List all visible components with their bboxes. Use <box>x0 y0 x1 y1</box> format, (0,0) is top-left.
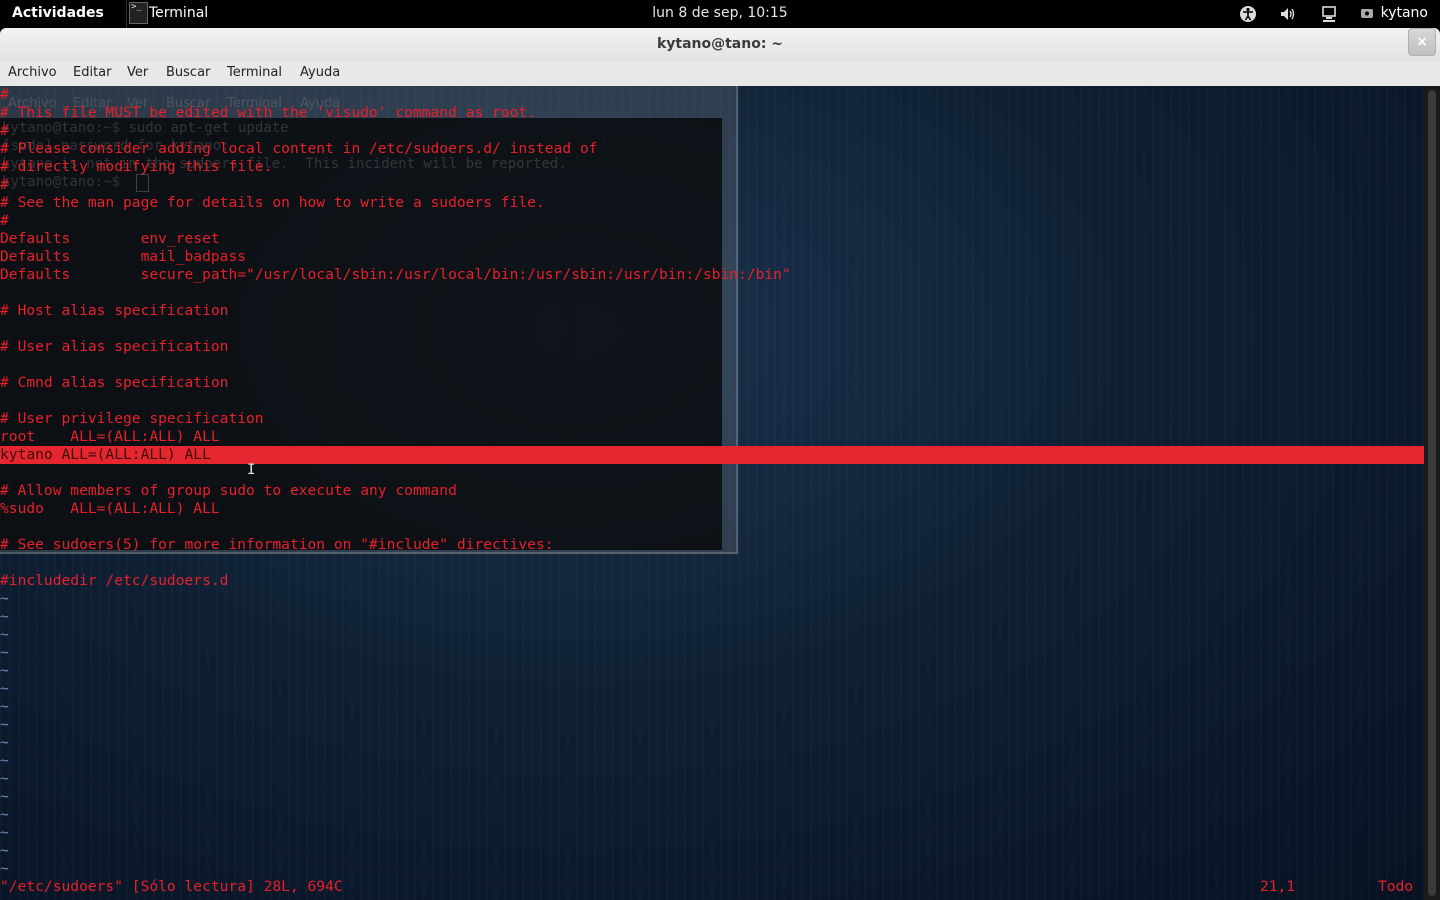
empty-buffer-line: ~ <box>0 662 9 679</box>
menu-archivo[interactable]: Archivo <box>8 65 57 80</box>
menu-ver[interactable]: Ver <box>127 65 148 80</box>
window-title: kytano@tano: ~ <box>656 36 784 52</box>
code-line[interactable]: # <box>0 176 1424 194</box>
code-line[interactable] <box>0 356 1424 374</box>
empty-buffer-line: ~ <box>0 698 9 715</box>
highlighted-line[interactable]: kytano ALL=(ALL:ALL) ALL <box>0 446 1424 464</box>
empty-buffer-line: ~ <box>0 806 9 823</box>
code-line[interactable] <box>0 518 1424 536</box>
empty-buffer-line: ~ <box>0 590 9 607</box>
code-line[interactable]: Defaults mail_badpass <box>0 248 1424 266</box>
code-line[interactable] <box>0 464 1424 482</box>
empty-buffer-line: ~ <box>0 824 9 841</box>
empty-buffer-line: ~ <box>0 608 9 625</box>
code-line[interactable] <box>0 320 1424 338</box>
empty-buffer-line: ~ <box>0 680 9 697</box>
code-line[interactable] <box>0 554 1424 572</box>
code-line[interactable]: # Cmnd alias specification <box>0 374 1424 392</box>
menu-bar: Archivo Editar Ver Buscar Terminal Ayuda <box>0 62 1440 87</box>
empty-buffer-line: ~ <box>0 860 9 877</box>
user-menu[interactable]: kytano <box>1381 5 1428 21</box>
code-line[interactable]: # <box>0 86 1424 104</box>
empty-buffer-line: ~ <box>0 734 9 751</box>
terminal-scrollbar[interactable] <box>1424 86 1440 900</box>
code-line[interactable]: # See sudoers(5) for more information on… <box>0 536 1424 554</box>
window-titlebar[interactable]: kytano@tano: ~ × <box>0 28 1440 62</box>
code-line[interactable]: # Please consider adding local content i… <box>0 140 1424 158</box>
code-line[interactable]: # <box>0 122 1424 140</box>
menu-editar[interactable]: Editar <box>73 65 112 80</box>
menu-ayuda[interactable]: Ayuda <box>300 65 340 80</box>
code-line[interactable]: # User privilege specification <box>0 410 1424 428</box>
app-menu-label: Terminal <box>149 5 209 21</box>
terminal-area[interactable]: Archivo Editar Ver Buscar Terminal Ayuda… <box>0 86 1440 900</box>
menu-terminal[interactable]: Terminal <box>227 65 282 80</box>
volume-icon[interactable] <box>1279 5 1297 23</box>
vim-status-line: "/etc/sudoers" [Sólo lectura] 28L, 694C … <box>0 878 1424 896</box>
empty-buffer-line: ~ <box>0 842 9 859</box>
empty-buffer-line: ~ <box>0 788 9 805</box>
scrollbar-thumb[interactable] <box>1428 90 1436 896</box>
code-line[interactable]: %sudo ALL=(ALL:ALL) ALL <box>0 500 1424 518</box>
code-line[interactable] <box>0 284 1424 302</box>
app-menu-terminal[interactable]: >_ Terminal <box>126 0 247 28</box>
code-line[interactable]: # This file MUST be edited with the 'vis… <box>0 104 1424 122</box>
code-line[interactable]: # User alias specification <box>0 338 1424 356</box>
network-icon[interactable] <box>1320 5 1338 23</box>
code-line[interactable]: # Allow members of group sudo to execute… <box>0 482 1424 500</box>
empty-buffer-line: ~ <box>0 752 9 769</box>
close-window-button[interactable]: × <box>1408 28 1436 56</box>
terminal-app-icon: >_ <box>129 2 148 24</box>
status-scroll-indicator: Todo <box>1378 878 1414 895</box>
user-status-icon <box>1360 5 1374 23</box>
code-line[interactable]: # <box>0 212 1424 230</box>
accessibility-icon[interactable] <box>1239 5 1257 23</box>
empty-buffer-line: ~ <box>0 626 9 643</box>
ibeam-cursor-icon: I <box>247 462 256 478</box>
empty-buffer-line: ~ <box>0 716 9 733</box>
code-line[interactable]: # See the man page for details on how to… <box>0 194 1424 212</box>
code-line[interactable] <box>0 392 1424 410</box>
status-cursor-position: 21,1 <box>1260 878 1296 895</box>
code-line[interactable]: # Host alias specification <box>0 302 1424 320</box>
code-line[interactable]: Defaults secure_path="/usr/local/sbin:/u… <box>0 266 1424 284</box>
empty-buffer-line: ~ <box>0 770 9 787</box>
top-bar: Actividades >_ Terminal lun 8 de sep, 10… <box>0 0 1440 28</box>
code-line[interactable]: root ALL=(ALL:ALL) ALL <box>0 428 1424 446</box>
menu-buscar[interactable]: Buscar <box>166 65 210 80</box>
code-line[interactable]: Defaults env_reset <box>0 230 1424 248</box>
status-file-info: "/etc/sudoers" [Sólo lectura] 28L, 694C <box>0 878 343 895</box>
activities-button[interactable]: Actividades <box>12 5 104 21</box>
vim-buffer[interactable]: # # This file MUST be edited with the 'vi… <box>0 86 1424 878</box>
code-line[interactable]: #includedir /etc/sudoers.d <box>0 572 1424 590</box>
empty-buffer-line: ~ <box>0 644 9 661</box>
code-line[interactable]: # directly modifying this file. <box>0 158 1424 176</box>
close-icon: × <box>1416 34 1428 50</box>
